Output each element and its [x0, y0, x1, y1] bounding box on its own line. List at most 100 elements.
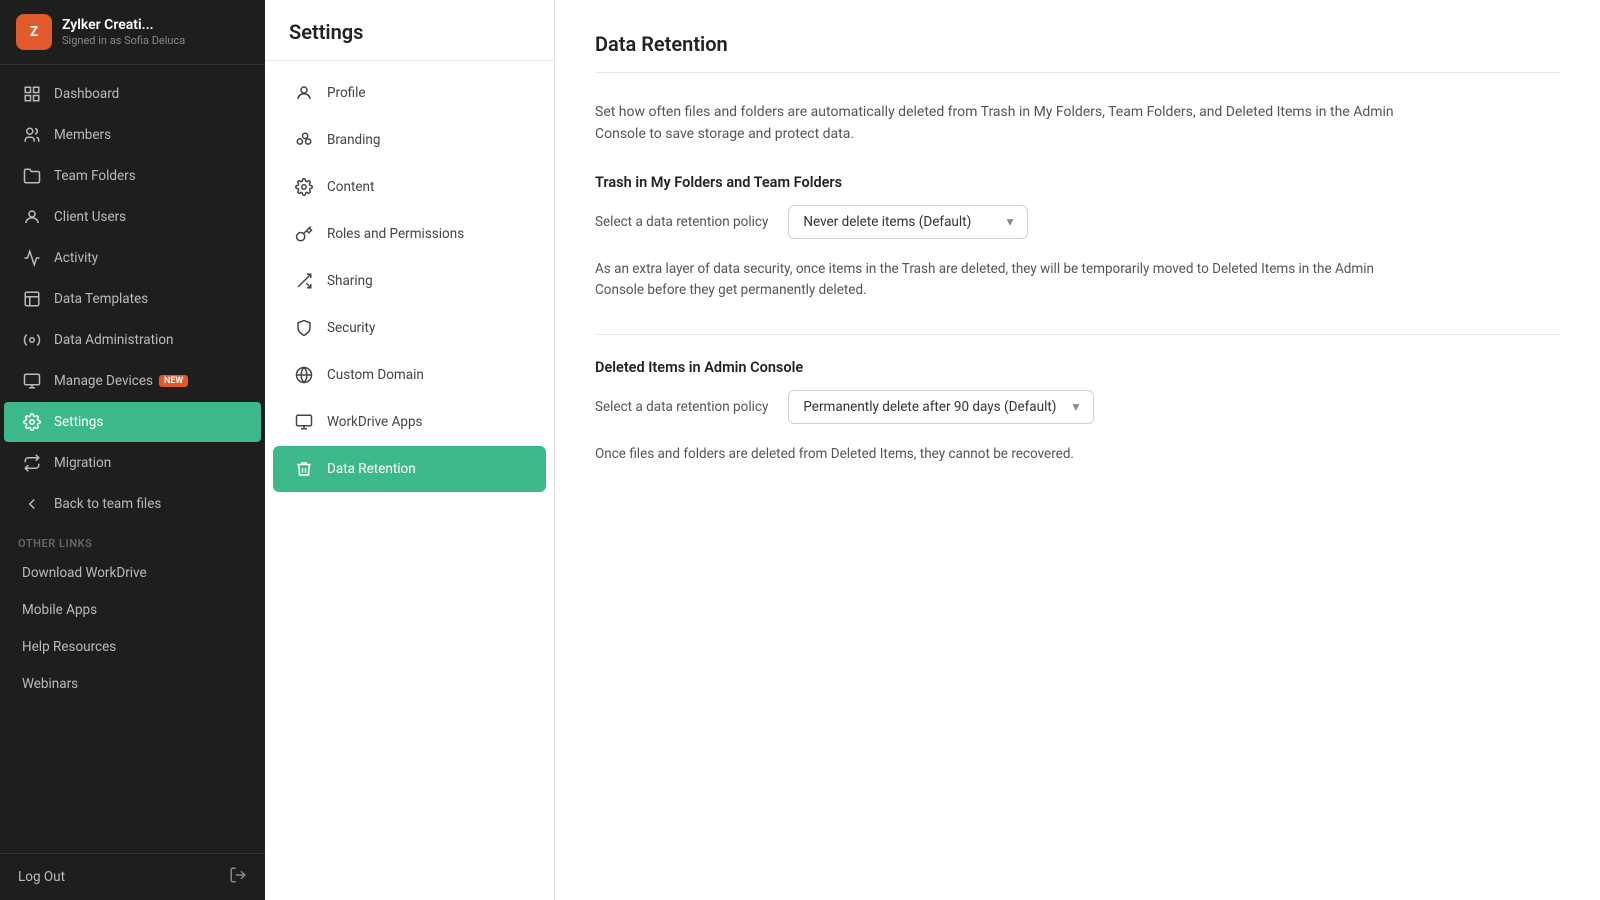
- sidebar-item-migration[interactable]: Migration: [4, 443, 261, 483]
- sidebar-item-label: Webinars: [22, 676, 78, 692]
- sidebar-item-settings[interactable]: Settings: [4, 402, 261, 442]
- sidebar-item-client-users[interactable]: Client Users: [4, 197, 261, 237]
- client-users-icon: [22, 207, 42, 227]
- security-icon: [293, 317, 315, 339]
- sidebar-item-help-resources[interactable]: Help Resources: [4, 629, 261, 665]
- other-links-section-label: OTHER LINKS: [0, 525, 265, 554]
- sidebar-item-manage-devices[interactable]: Manage Devices New: [4, 361, 261, 401]
- sidebar-item-label: Download WorkDrive: [22, 565, 147, 581]
- manage-devices-icon: [22, 371, 42, 391]
- sidebar-item-label: Team Folders: [54, 168, 136, 184]
- migration-icon: [22, 453, 42, 473]
- section1-title: Trash in My Folders and Team Folders: [595, 174, 1560, 191]
- sharing-icon: [293, 270, 315, 292]
- settings-item-label: Branding: [327, 132, 380, 148]
- logout-button[interactable]: Log Out: [18, 869, 65, 885]
- sidebar-brand: Zylker Creati... Signed in as Sofia Delu…: [62, 17, 185, 47]
- settings-item-label: Profile: [327, 85, 366, 101]
- settings-item-label: Sharing: [327, 273, 373, 289]
- settings-item-sharing[interactable]: Sharing: [273, 258, 546, 304]
- new-badge: New: [159, 375, 188, 387]
- page-title: Data Retention: [595, 32, 1560, 73]
- settings-item-branding[interactable]: Branding: [273, 117, 546, 163]
- back-icon: [22, 494, 42, 514]
- section1-policy-select[interactable]: Never delete items (Default) ▾: [788, 205, 1028, 239]
- sidebar-item-label: Data Administration: [54, 332, 173, 348]
- section2-policy-select[interactable]: Permanently delete after 90 days (Defaul…: [788, 390, 1094, 424]
- sidebar-item-webinars[interactable]: Webinars: [4, 666, 261, 702]
- sidebar-item-activity[interactable]: Activity: [4, 238, 261, 278]
- content-icon: [293, 176, 315, 198]
- sidebar-item-data-administration[interactable]: Data Administration: [4, 320, 261, 360]
- settings-item-label: Custom Domain: [327, 367, 424, 383]
- sidebar-item-mobile-apps[interactable]: Mobile Apps: [4, 592, 261, 628]
- description-text: Set how often files and folders are auto…: [595, 101, 1415, 146]
- team-folders-icon: [22, 166, 42, 186]
- sidebar-item-label: Client Users: [54, 209, 126, 225]
- section1-chevron-icon: ▾: [1007, 214, 1014, 230]
- sidebar-footer: Log Out: [0, 853, 265, 900]
- profile-icon: [293, 82, 315, 104]
- data-templates-icon: [22, 289, 42, 309]
- settings-item-content[interactable]: Content: [273, 164, 546, 210]
- sidebar-item-members[interactable]: Members: [4, 115, 261, 155]
- settings-item-label: Data Retention: [327, 461, 416, 477]
- section1-note: As an extra layer of data security, once…: [595, 259, 1415, 302]
- sidebar-item-label: Settings: [54, 414, 103, 430]
- settings-panel: Settings Profile Branding Content Roles …: [265, 0, 555, 900]
- sidebar-item-label: Help Resources: [22, 639, 116, 655]
- sidebar-item-team-folders[interactable]: Team Folders: [4, 156, 261, 196]
- main-content: Data Retention Set how often files and f…: [555, 0, 1600, 900]
- data-administration-icon: [22, 330, 42, 350]
- settings-panel-title: Settings: [265, 0, 554, 61]
- logout-icon: [229, 866, 247, 888]
- sidebar-item-label: Dashboard: [54, 86, 119, 102]
- branding-icon: [293, 129, 315, 151]
- members-icon: [22, 125, 42, 145]
- section2-policy-label: Select a data retention policy: [595, 399, 768, 415]
- section2-title: Deleted Items in Admin Console: [595, 359, 1560, 376]
- settings-item-label: Security: [327, 320, 375, 336]
- sidebar-item-label: Members: [54, 127, 111, 143]
- app-logo: Z: [16, 14, 52, 50]
- data-retention-icon: [293, 458, 315, 480]
- activity-icon: [22, 248, 42, 268]
- settings-item-workdrive-apps[interactable]: WorkDrive Apps: [273, 399, 546, 445]
- section2-chevron-icon: ▾: [1072, 399, 1079, 415]
- sidebar-item-label: Mobile Apps: [22, 602, 97, 618]
- sidebar-header: Z Zylker Creati... Signed in as Sofia De…: [0, 0, 265, 65]
- settings-item-label: Content: [327, 179, 374, 195]
- settings-icon: [22, 412, 42, 432]
- section2-policy-value: Permanently delete after 90 days (Defaul…: [803, 399, 1056, 415]
- sidebar-item-download[interactable]: Download WorkDrive: [4, 555, 261, 591]
- section1-policy-row: Select a data retention policy Never del…: [595, 205, 1560, 239]
- sidebar-item-back-to-team[interactable]: Back to team files: [4, 484, 261, 524]
- sidebar: Z Zylker Creati... Signed in as Sofia De…: [0, 0, 265, 900]
- settings-item-profile[interactable]: Profile: [273, 70, 546, 116]
- workdrive-apps-icon: [293, 411, 315, 433]
- settings-item-label: Roles and Permissions: [327, 226, 464, 242]
- sidebar-item-label: Activity: [54, 250, 98, 266]
- sidebar-nav: Dashboard Members Team Folders Client Us…: [0, 65, 265, 853]
- section1-policy-label: Select a data retention policy: [595, 214, 768, 230]
- settings-item-roles[interactable]: Roles and Permissions: [273, 211, 546, 257]
- section-divider: [595, 334, 1560, 335]
- settings-item-custom-domain[interactable]: Custom Domain: [273, 352, 546, 398]
- sidebar-item-data-templates[interactable]: Data Templates: [4, 279, 261, 319]
- dashboard-icon: [22, 84, 42, 104]
- sidebar-item-dashboard[interactable]: Dashboard: [4, 74, 261, 114]
- sidebar-item-label: Back to team files: [54, 496, 161, 512]
- sidebar-item-label: Manage Devices: [54, 373, 153, 389]
- settings-item-security[interactable]: Security: [273, 305, 546, 351]
- sidebar-item-label: Data Templates: [54, 291, 148, 307]
- section2-policy-row: Select a data retention policy Permanent…: [595, 390, 1560, 424]
- roles-icon: [293, 223, 315, 245]
- settings-item-data-retention[interactable]: Data Retention: [273, 446, 546, 492]
- brand-sub: Signed in as Sofia Deluca: [62, 34, 185, 47]
- custom-domain-icon: [293, 364, 315, 386]
- section2-note: Once files and folders are deleted from …: [595, 444, 1415, 466]
- sidebar-item-label: Migration: [54, 455, 111, 471]
- settings-item-label: WorkDrive Apps: [327, 414, 423, 430]
- brand-name: Zylker Creati...: [62, 17, 185, 33]
- settings-nav: Profile Branding Content Roles and Permi…: [265, 61, 554, 900]
